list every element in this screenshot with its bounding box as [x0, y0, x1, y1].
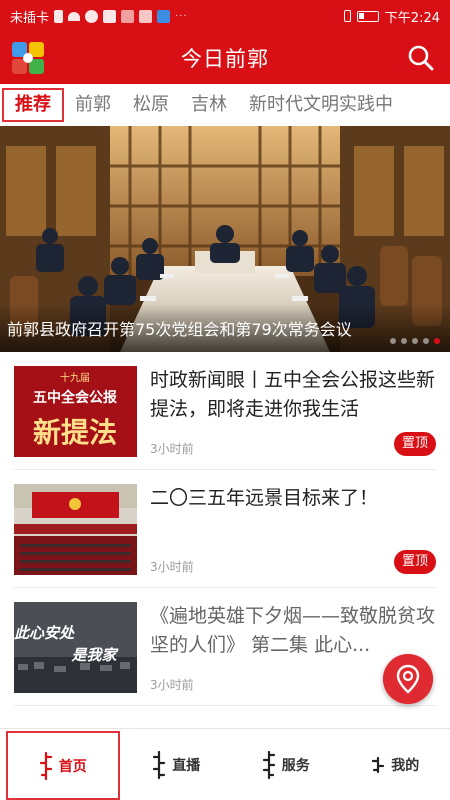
banner-caption-overlay: 前郭县政府召开第75次党组会和第79次常务会议	[0, 304, 450, 352]
tabs-fade	[428, 84, 450, 126]
wifi-icon	[68, 11, 81, 21]
tab-recommend[interactable]: 推荐	[2, 88, 64, 122]
app-header: 今日前郭	[0, 32, 450, 84]
news-thumbnail: 此心安处 是我家	[14, 602, 137, 693]
carousel-indicator	[390, 338, 440, 344]
app-notify-icon	[103, 9, 117, 23]
mongolian-script-icon	[372, 756, 385, 773]
thumbnail-art	[14, 484, 137, 575]
thumbnail-art: 此心安处 是我家	[14, 602, 137, 693]
news-title: 《遍地英雄下夕烟——致敬脱贫攻坚的人们》 第二集 此心...	[150, 605, 436, 656]
battery-icon	[356, 10, 379, 22]
sim-icon	[54, 9, 64, 23]
bottom-nav: 首页 直播 服务 我的	[0, 728, 450, 800]
status-time: 下午2:24	[384, 10, 440, 26]
nav-services-label: 服务	[281, 757, 310, 774]
thumb-line-1: 此心安处	[14, 624, 75, 642]
news-time: 3小时前	[150, 560, 194, 574]
carousel-dot[interactable]	[401, 338, 407, 344]
thumb-line-1: 十九届	[60, 371, 90, 384]
news-list: 十九届 五中全会公报 新提法 时政新闻眼丨五中全会公报这些新提法，即将走进你我生…	[0, 352, 450, 706]
search-icon[interactable]	[406, 43, 436, 73]
app-screen: 未插卡 ··· 下午2:24 今日前郭 推荐 前郭 松原 吉林 新时代文明实践中…	[0, 0, 450, 800]
tab-qianguo[interactable]: 前郭	[64, 84, 122, 126]
carousel-dot-active[interactable]	[434, 338, 440, 344]
thumb-line-2: 五中全会公报	[33, 389, 117, 406]
plane-notify-icon	[157, 9, 171, 23]
banner-caption: 前郭县政府召开第75次党组会和第79次常务会议	[7, 320, 352, 339]
mongolian-script-icon	[262, 750, 275, 779]
news-thumbnail	[14, 484, 137, 575]
channel-tabs: 推荐 前郭 松原 吉林 新时代文明实践中	[0, 84, 450, 126]
status-bar: 未插卡 ··· 下午2:24	[0, 0, 450, 32]
pinned-badge: 置顶	[394, 550, 436, 574]
nav-home-label: 首页	[58, 758, 87, 775]
pinned-badge: 置顶	[394, 432, 436, 456]
news-title: 二〇三五年远景目标来了！	[150, 487, 379, 509]
carousel-dot[interactable]	[423, 338, 429, 344]
tab-jilin[interactable]: 吉林	[180, 84, 238, 126]
nav-me-label: 我的	[391, 757, 420, 774]
news-notify-icon	[139, 9, 153, 23]
status-left: 未插卡 ···	[10, 7, 188, 26]
mongolian-script-icon	[153, 750, 166, 779]
carousel-dot[interactable]	[412, 338, 418, 344]
nav-live-label: 直播	[172, 757, 201, 774]
news-title: 时政新闻眼丨五中全会公报这些新提法，即将走进你我生活	[150, 369, 436, 420]
vibrate-icon	[343, 10, 351, 22]
wechat-icon	[85, 9, 99, 23]
tab-songyuan[interactable]: 松原	[122, 84, 180, 126]
more-notifications-icon: ···	[175, 10, 188, 22]
thumbnail-art: 十九届 五中全会公报 新提法	[14, 366, 137, 457]
news-thumbnail: 十九届 五中全会公报 新提法	[14, 366, 137, 457]
tab-civilization-practice[interactable]: 新时代文明实践中	[238, 84, 404, 126]
news-item[interactable]: 此心安处 是我家 《遍地英雄下夕烟——致敬脱贫攻坚的人们》 第二集 此心... …	[14, 588, 436, 706]
nav-services[interactable]: 服务	[231, 729, 341, 800]
app-logo-icon[interactable]	[10, 40, 46, 76]
thumb-line-3: 新提法	[33, 416, 117, 449]
news-time: 3小时前	[150, 678, 194, 692]
page-title: 今日前郭	[181, 47, 269, 71]
carousel-dot[interactable]	[390, 338, 396, 344]
thumb-line-2: 是我家	[70, 646, 119, 664]
banner-carousel[interactable]: 前郭县政府召开第75次党组会和第79次常务会议	[0, 126, 450, 352]
news-item[interactable]: 十九届 五中全会公报 新提法 时政新闻眼丨五中全会公报这些新提法，即将走进你我生…	[14, 352, 436, 470]
nav-live[interactable]: 直播	[122, 729, 232, 800]
mongolian-script-icon	[39, 751, 52, 780]
nav-home[interactable]: 首页	[6, 731, 120, 800]
nav-me[interactable]: 我的	[341, 729, 450, 800]
carrier-text: 未插卡	[10, 10, 50, 26]
location-pin-icon[interactable]	[383, 654, 433, 704]
status-right: 下午2:24	[343, 7, 440, 26]
news-time: 3小时前	[150, 442, 194, 456]
weibo-icon	[121, 9, 135, 23]
news-item[interactable]: 二〇三五年远景目标来了！ 3小时前 置顶	[14, 470, 436, 588]
